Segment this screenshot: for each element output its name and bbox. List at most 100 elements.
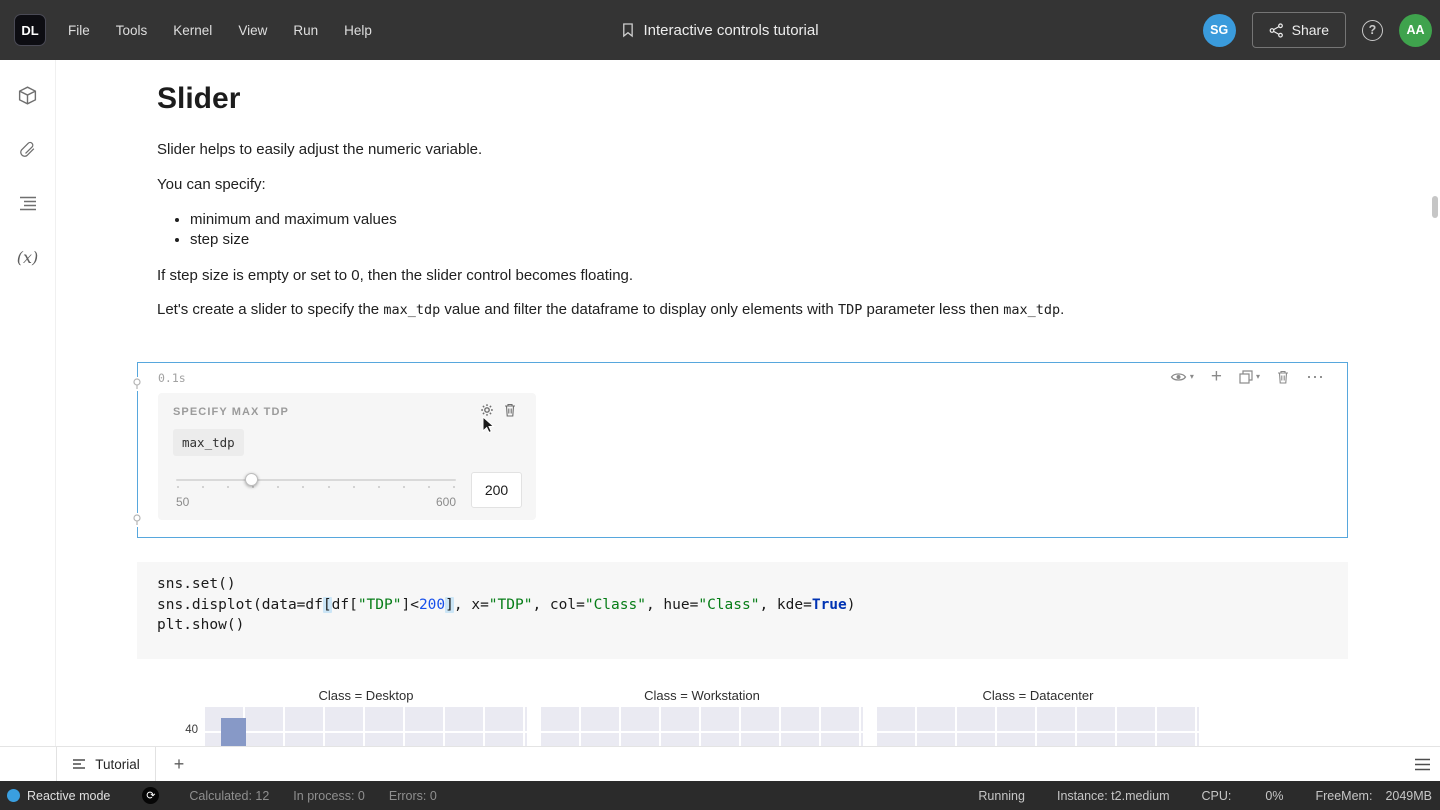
plot-area xyxy=(541,707,863,746)
add-cell-button[interactable]: + xyxy=(1211,370,1222,384)
machine-status: Running Instance: t2.medium CPU:0% FreeM… xyxy=(978,789,1440,803)
execution-time: 0.1s xyxy=(158,371,186,385)
share-button[interactable]: Share xyxy=(1252,12,1346,48)
reactive-mode-label: Reactive mode xyxy=(27,789,110,803)
tab-tutorial[interactable]: Tutorial xyxy=(56,747,156,781)
paragraph-specify: You can specify: xyxy=(157,174,1440,196)
copy-icon xyxy=(1239,370,1253,384)
paragraph-step-size: If step size is empty or set to 0, then … xyxy=(157,265,1440,287)
user-avatar[interactable]: AA xyxy=(1399,14,1432,47)
cell-anchor-icon[interactable] xyxy=(132,377,142,391)
vertical-scrollbar[interactable] xyxy=(1432,196,1438,218)
datalore-logo[interactable]: DL xyxy=(14,14,46,46)
slider-control-panel: SPECIFY MAX TDP max_tdp 50 600 200 xyxy=(158,393,536,520)
slider-value-input[interactable]: 200 xyxy=(471,472,522,508)
facet-workstation: Class = Workstation xyxy=(541,688,863,746)
interactive-controls-cell[interactable]: 0.1s ▾ + ▾ ⋯ SPECIFY MAX TDP xyxy=(137,362,1348,538)
trash-icon xyxy=(504,403,516,417)
recalculate-button[interactable]: ⟳ xyxy=(142,787,159,804)
facet-title: Class = Desktop xyxy=(205,688,527,702)
cell-more-button[interactable]: ⋯ xyxy=(1306,372,1325,382)
instance-info: Instance: t2.medium xyxy=(1057,789,1170,803)
worksheet-list-button[interactable] xyxy=(1414,747,1431,781)
variable-chip[interactable]: max_tdp xyxy=(173,429,244,456)
help-icon[interactable]: ? xyxy=(1362,20,1383,41)
menu-file[interactable]: File xyxy=(68,23,90,38)
chevron-down-icon: ▾ xyxy=(1190,373,1194,381)
top-menu-bar: DL File Tools Kernel View Run Help Inter… xyxy=(0,0,1440,60)
duplicate-cell-button[interactable]: ▾ xyxy=(1239,370,1260,384)
menu-view[interactable]: View xyxy=(238,23,267,38)
paragraph-create-slider: Let's create a slider to specify the max… xyxy=(157,299,1440,321)
bullet-list: minimum and maximum values step size xyxy=(157,210,1440,249)
cell-anchor-icon[interactable] xyxy=(132,513,142,527)
tab-label: Tutorial xyxy=(95,757,140,772)
chevron-down-icon: ▾ xyxy=(1256,373,1260,381)
facet-datacenter: Class = Datacenter xyxy=(877,688,1199,746)
max-tdp-slider[interactable]: 50 600 xyxy=(176,471,456,513)
cell-visibility-button[interactable]: ▾ xyxy=(1170,371,1194,383)
notebook-title-text: Interactive controls tutorial xyxy=(643,22,818,39)
share-button-label: Share xyxy=(1292,22,1329,38)
slider-ticks xyxy=(177,486,455,489)
share-icon xyxy=(1269,23,1284,38)
cpu-usage: CPU:0% xyxy=(1202,789,1284,803)
facet-grid: Class = Desktop Class = Workstation Clas… xyxy=(205,688,1356,746)
slider-handle[interactable] xyxy=(245,473,258,486)
control-delete-button[interactable] xyxy=(504,403,516,417)
notebook-title[interactable]: Interactive controls tutorial xyxy=(621,22,818,39)
gear-icon xyxy=(480,403,494,417)
plot-area xyxy=(877,707,1199,746)
facet-desktop: Class = Desktop xyxy=(205,688,527,746)
control-settings-button[interactable] xyxy=(480,403,494,417)
menu-kernel[interactable]: Kernel xyxy=(173,23,212,38)
y-axis-tick-label: 40 xyxy=(176,724,198,736)
collaborator-avatar[interactable]: SG xyxy=(1203,14,1236,47)
control-title: SPECIFY MAX TDP xyxy=(173,406,289,418)
facet-title: Class = Workstation xyxy=(541,688,863,702)
paragraph-intro: Slider helps to easily adjust the numeri… xyxy=(157,139,1440,161)
code-line: sns.set() xyxy=(157,574,1348,595)
slider-min-label: 50 xyxy=(176,495,189,509)
calculated-count: Calculated: 12 xyxy=(189,789,269,803)
inline-code: TDP xyxy=(838,302,862,318)
sidebar-item-variables[interactable]: (x) xyxy=(8,237,48,277)
hamburger-icon xyxy=(1414,758,1431,771)
slider-track[interactable] xyxy=(176,479,456,481)
code-line: sns.displot(data=df[df["TDP"]<200], x="T… xyxy=(157,595,1348,616)
sidebar-item-attachments[interactable] xyxy=(8,129,48,169)
code-cell[interactable]: sns.set() sns.displot(data=df[df["TDP"]<… xyxy=(137,562,1348,659)
menu-tools[interactable]: Tools xyxy=(116,23,148,38)
menu-help[interactable]: Help xyxy=(344,23,372,38)
main-menu: File Tools Kernel View Run Help xyxy=(68,23,372,38)
errors-count: Errors: 0 xyxy=(389,789,437,803)
topbar-right-actions: SG Share ? AA xyxy=(1203,12,1432,48)
inline-code: max_tdp xyxy=(1003,302,1060,318)
eye-icon xyxy=(1170,371,1187,383)
plot-area xyxy=(205,707,527,746)
variables-icon: (x) xyxy=(17,248,39,267)
list-item: step size xyxy=(190,230,1440,250)
cube-icon xyxy=(17,85,38,106)
sidebar-item-table-of-contents[interactable] xyxy=(8,183,48,223)
inline-code: max_tdp xyxy=(383,302,440,318)
paperclip-icon xyxy=(18,139,37,160)
histogram-bar xyxy=(221,718,246,746)
mouse-cursor-icon xyxy=(482,416,495,439)
sidebar-item-notebooks[interactable] xyxy=(8,75,48,115)
add-worksheet-button[interactable]: + xyxy=(156,747,202,781)
execution-counters: Calculated: 12 In process: 0 Errors: 0 xyxy=(189,789,436,803)
menu-run[interactable]: Run xyxy=(293,23,318,38)
reactive-mode-toggle[interactable] xyxy=(7,789,20,802)
plot-output: 40 Class = Desktop Class = Workstation C… xyxy=(56,688,1356,746)
delete-cell-button[interactable] xyxy=(1277,370,1289,384)
page-title: Slider xyxy=(157,80,1440,118)
list-item: minimum and maximum values xyxy=(190,210,1440,230)
slider-max-label: 600 xyxy=(436,495,456,509)
markdown-cell[interactable]: Slider Slider helps to easily adjust the… xyxy=(56,80,1440,321)
kernel-status: Running xyxy=(978,789,1025,803)
free-memory: FreeMem:2049MB xyxy=(1315,789,1432,803)
code-line: plt.show() xyxy=(157,615,1348,636)
cell-toolbar: ▾ + ▾ ⋯ xyxy=(1170,370,1325,384)
facet-title: Class = Datacenter xyxy=(877,688,1199,702)
